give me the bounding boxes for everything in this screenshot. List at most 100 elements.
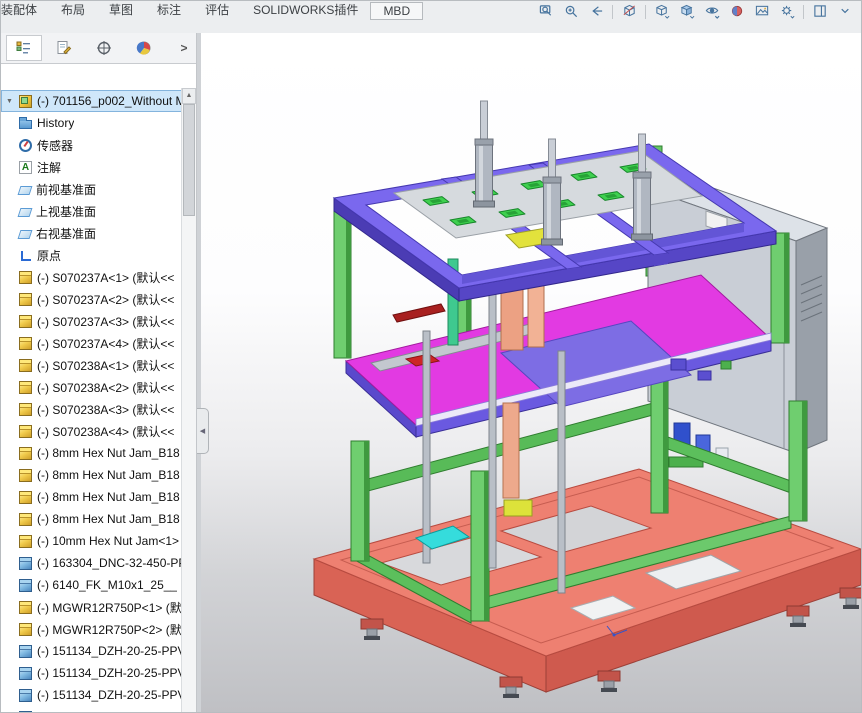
graphics-area[interactable]: [201, 33, 861, 712]
base-frame[interactable]: [314, 469, 862, 698]
tree-item[interactable]: (-) S070237A<3> (默认<<: [1, 310, 196, 332]
tree-item[interactable]: (-) 6140_FK_M10x1_25__: [1, 574, 196, 596]
ribbon-tab-markup[interactable]: 标注: [145, 1, 193, 19]
toolbar-separator: [803, 5, 804, 19]
ribbon: 装配体 布局 草图 标注 评估 SOLIDWORKS插件 MBD: [1, 1, 861, 34]
tree-item[interactable]: (-) S070237A<4> (默认<<: [1, 332, 196, 354]
tree-item[interactable]: (-) 8mm Hex Nut Jam_B18: [1, 486, 196, 508]
part-icon: [19, 579, 32, 592]
part-icon: [19, 491, 32, 504]
plane-icon: [18, 186, 33, 195]
part-icon: [19, 645, 32, 658]
part-icon: [19, 359, 32, 372]
tree-item[interactable]: (-) 8mm Hex Nut Jam_B18: [1, 464, 196, 486]
scroll-up-icon[interactable]: ▲: [182, 88, 196, 104]
plane-icon: [18, 230, 33, 239]
part-icon: [19, 469, 32, 482]
part-icon: [19, 337, 32, 350]
clamp-bar[interactable]: [393, 304, 445, 322]
ribbon-tab-assembly[interactable]: 装配体: [0, 1, 49, 19]
sensors-icon: [19, 139, 32, 152]
ribbon-tab-sketch[interactable]: 草图: [97, 1, 145, 19]
previous-view-icon[interactable]: [584, 2, 608, 21]
task-pane-icon[interactable]: [808, 2, 832, 21]
tree-item[interactable]: 注解: [1, 156, 196, 178]
origin-icon: [19, 249, 32, 262]
tree-item-root[interactable]: ▼ (-) 701156_p002_Without Mair: [1, 90, 196, 112]
edit-appearance-icon[interactable]: [725, 2, 749, 21]
part-icon: [19, 315, 32, 328]
headsup-toolbar: [534, 2, 857, 21]
tree-item[interactable]: (-) 8mm Hex Nut Jam_B18: [1, 442, 196, 464]
part-icon: [19, 623, 32, 636]
main-area: > ▼ (-) 701156_p002_Without Mair History…: [1, 33, 861, 712]
part-icon: [19, 557, 32, 570]
toolbar-separator: [645, 5, 646, 19]
tree-item-label: (-) 701156_p002_Without Mair: [37, 94, 196, 108]
display-style-icon[interactable]: [675, 2, 699, 21]
part-icon: [19, 447, 32, 460]
hide-show-items-icon[interactable]: [700, 2, 724, 21]
panel-tab-bar: >: [1, 33, 196, 64]
tree-item[interactable]: 前视基准面: [1, 178, 196, 200]
ribbon-tab-mbd[interactable]: MBD: [370, 2, 423, 20]
tree-item[interactable]: (-) 8mm Hex Nut Jam_B18: [1, 508, 196, 530]
featuremanager-tab-icon[interactable]: [6, 35, 42, 61]
tree-item[interactable]: (-) 10mm Hex Nut Jam<1>: [1, 530, 196, 552]
part-icon: [19, 271, 32, 284]
tree-item[interactable]: 上视基准面: [1, 200, 196, 222]
tree-item[interactable]: (-) MGWR12R750P<1> (默: [1, 596, 196, 618]
assembly-model: [201, 33, 862, 713]
tree-item[interactable]: 原点: [1, 244, 196, 266]
tree-item[interactable]: (-) S070237A<2> (默认<<: [1, 288, 196, 310]
part-icon: [19, 381, 32, 394]
scrollbar-thumb[interactable]: [183, 104, 195, 216]
tree-item[interactable]: History: [1, 112, 196, 134]
zoom-to-fit-icon[interactable]: [534, 2, 558, 21]
part-icon: [19, 425, 32, 438]
part-icon: [19, 513, 32, 526]
tree-item[interactable]: (-) 151134_DZH-20-25-PPV: [1, 662, 196, 684]
history-folder-icon: [19, 120, 32, 129]
annotations-icon: [19, 161, 32, 174]
tree-item[interactable]: (-) S070238A<1> (默认<<: [1, 354, 196, 376]
expand-panel-arrow[interactable]: >: [176, 37, 192, 59]
apply-scene-icon[interactable]: [750, 2, 774, 21]
feature-panel: > ▼ (-) 701156_p002_Without Mair History…: [1, 33, 197, 712]
collapse-panel-arrow[interactable]: ◀: [197, 408, 209, 454]
tree-item[interactable]: 右视基准面: [1, 222, 196, 244]
tree-item[interactable]: (-) S070238A<2> (默认<<: [1, 376, 196, 398]
tree-item[interactable]: (-) S070238A<3> (默认<<: [1, 398, 196, 420]
feature-tree: ▼ (-) 701156_p002_Without Mair History 传…: [1, 64, 196, 712]
tree-item[interactable]: (-) 151134_DZH-20-25-PPV: [1, 684, 196, 706]
part-icon: [19, 689, 32, 702]
tree-item[interactable]: (-) S070237A<1> (默认<<: [1, 266, 196, 288]
configurationmanager-tab-icon[interactable]: [86, 35, 122, 61]
assembly-icon: [19, 95, 32, 108]
part-icon: [19, 403, 32, 416]
view-orientation-icon[interactable]: [650, 2, 674, 21]
propertymanager-tab-icon[interactable]: [46, 35, 82, 61]
view-settings-icon[interactable]: [775, 2, 799, 21]
expand-arrow-icon[interactable]: ▼: [5, 98, 14, 105]
part-icon: [19, 293, 32, 306]
tree-item[interactable]: (-) 151134_DZH-20-25-PPV: [1, 706, 196, 712]
part-icon: [19, 535, 32, 548]
displaymanager-tab-icon[interactable]: [126, 35, 162, 61]
tree-scrollbar[interactable]: ▲: [181, 88, 196, 712]
tree-item[interactable]: (-) 151134_DZH-20-25-PPV: [1, 640, 196, 662]
section-view-icon[interactable]: [617, 2, 641, 21]
tree-item[interactable]: (-) 163304_DNC-32-450-PP: [1, 552, 196, 574]
tree-item[interactable]: (-) S070238A<4> (默认<<: [1, 420, 196, 442]
zoom-to-area-icon[interactable]: [559, 2, 583, 21]
ribbon-tab-layout[interactable]: 布局: [49, 1, 97, 19]
more-icon[interactable]: [833, 2, 857, 21]
tree-item[interactable]: 传感器: [1, 134, 196, 156]
part-icon: [19, 667, 32, 680]
part-icon: [19, 601, 32, 614]
plane-icon: [18, 208, 33, 217]
ribbon-tab-addins[interactable]: SOLIDWORKS插件: [241, 1, 370, 19]
ribbon-tab-evaluate[interactable]: 评估: [193, 1, 241, 19]
tree-item[interactable]: (-) MGWR12R750P<2> (默: [1, 618, 196, 640]
solidworks-window: 装配体 布局 草图 标注 评估 SOLIDWORKS插件 MBD: [0, 0, 862, 713]
